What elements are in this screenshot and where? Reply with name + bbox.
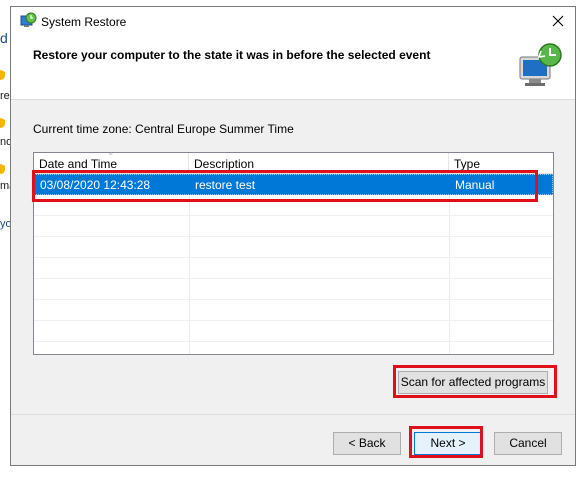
cancel-button[interactable]: Cancel bbox=[494, 432, 562, 455]
column-description[interactable]: Description bbox=[189, 153, 449, 173]
footer-divider bbox=[11, 414, 575, 415]
scan-affected-programs-button[interactable]: Scan for affected programs bbox=[398, 371, 548, 394]
column-label: Date and Time bbox=[39, 157, 118, 171]
list-rows: 03/08/2020 12:43:28 restore test Manual bbox=[34, 174, 553, 354]
list-header: ⌵ Date and Time Description Type bbox=[34, 153, 553, 174]
system-restore-icon bbox=[20, 12, 37, 27]
empty-row bbox=[34, 195, 553, 216]
wizard-header: Restore your computer to the state it wa… bbox=[11, 37, 575, 100]
restore-point-row[interactable]: 03/08/2020 12:43:28 restore test Manual bbox=[34, 174, 553, 195]
empty-row bbox=[34, 321, 553, 342]
shield-icon bbox=[0, 164, 5, 174]
system-restore-icon bbox=[519, 43, 562, 86]
row-type: Manual bbox=[455, 178, 495, 192]
sort-arrow-icon: ⌵ bbox=[108, 152, 114, 157]
restore-point-list[interactable]: ⌵ Date and Time Description Type 03/08/2… bbox=[33, 152, 554, 355]
close-icon bbox=[552, 15, 564, 27]
column-date-time[interactable]: ⌵ Date and Time bbox=[34, 153, 189, 173]
empty-row bbox=[34, 237, 553, 258]
page-title: Restore your computer to the state it wa… bbox=[33, 48, 431, 62]
close-button[interactable] bbox=[541, 7, 575, 35]
next-button[interactable]: Next > bbox=[414, 432, 482, 455]
column-type[interactable]: Type bbox=[449, 153, 553, 173]
column-label: Description bbox=[194, 157, 255, 171]
row-description: restore test bbox=[195, 178, 256, 192]
shield-icon bbox=[0, 118, 5, 128]
system-restore-window: System Restore Restore your computer to … bbox=[10, 6, 576, 466]
empty-row bbox=[34, 342, 553, 354]
timezone-label: Current time zone: Central Europe Summer… bbox=[33, 122, 294, 136]
empty-row bbox=[34, 300, 553, 321]
title-bar: System Restore bbox=[11, 7, 575, 37]
column-label: Type bbox=[454, 157, 481, 171]
back-button[interactable]: < Back bbox=[333, 432, 401, 455]
row-date: 03/08/2020 12:43:28 bbox=[40, 178, 151, 192]
empty-row bbox=[34, 279, 553, 300]
empty-row bbox=[34, 258, 553, 279]
empty-row bbox=[34, 216, 553, 237]
background-text: d bbox=[0, 30, 8, 46]
shield-icon bbox=[0, 70, 5, 80]
window-title: System Restore bbox=[41, 15, 127, 29]
